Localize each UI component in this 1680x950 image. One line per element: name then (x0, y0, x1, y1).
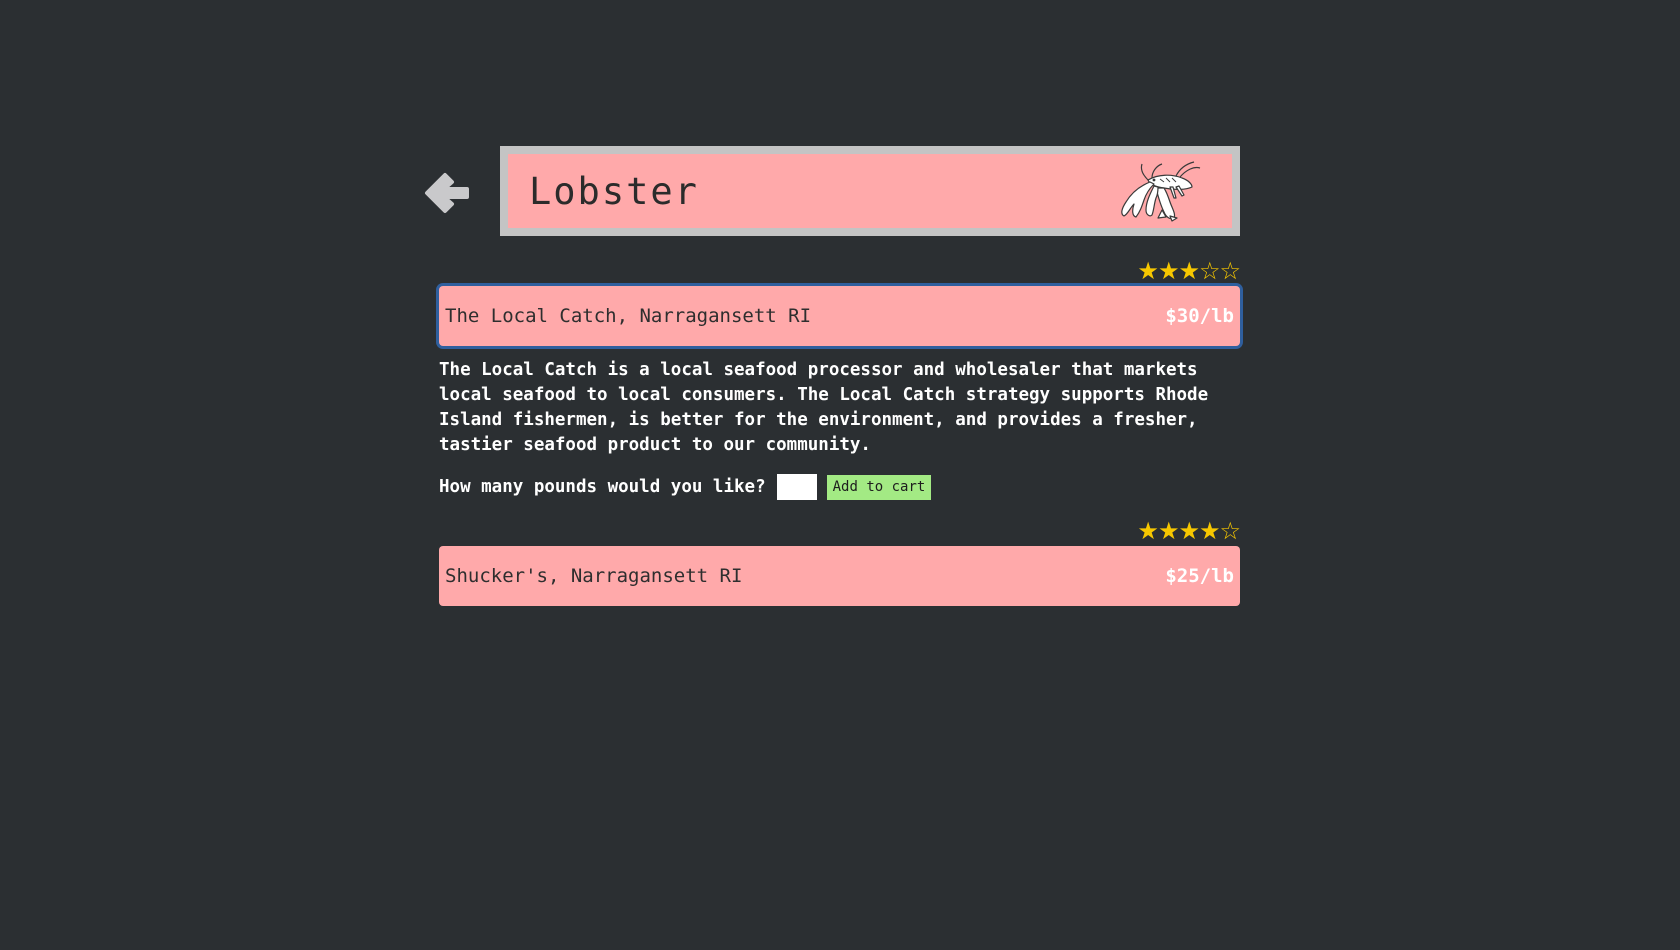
vendor-price: $30/lb (1165, 305, 1234, 327)
vendor-name: Shucker's, Narragansett RI (445, 565, 743, 587)
rating-stars: ★★★★☆ (1137, 517, 1241, 545)
vendor-card: ★★★★☆ Shucker's, Narragansett RI $25/lb (439, 517, 1241, 606)
order-row: How many pounds would you like? Add to c… (439, 474, 1240, 500)
vendor-bar[interactable]: Shucker's, Narragansett RI $25/lb (439, 546, 1240, 606)
product-header: Lobster (500, 146, 1240, 236)
vendor-bar[interactable]: The Local Catch, Narragansett RI $30/lb (439, 286, 1240, 346)
rating-stars: ★★★☆☆ (1137, 257, 1241, 285)
quantity-input[interactable] (776, 474, 817, 500)
product-title: Lobster (529, 169, 699, 213)
vendor-price: $25/lb (1165, 565, 1234, 587)
add-to-cart-button[interactable]: Add to cart (826, 474, 932, 500)
page: Lobster ★★★☆☆ The Local Catch, Narragans… (0, 0, 1680, 950)
vendor-card: ★★★☆☆ The Local Catch, Narragansett RI $… (439, 257, 1241, 500)
quantity-label: How many pounds would you like? (439, 477, 766, 497)
back-arrow-icon[interactable] (423, 168, 471, 218)
vendor-name: The Local Catch, Narragansett RI (445, 305, 812, 327)
lobster-icon (1110, 160, 1202, 222)
product-header-inner: Lobster (508, 154, 1232, 228)
vendor-description: The Local Catch is a local seafood proce… (439, 360, 1209, 455)
